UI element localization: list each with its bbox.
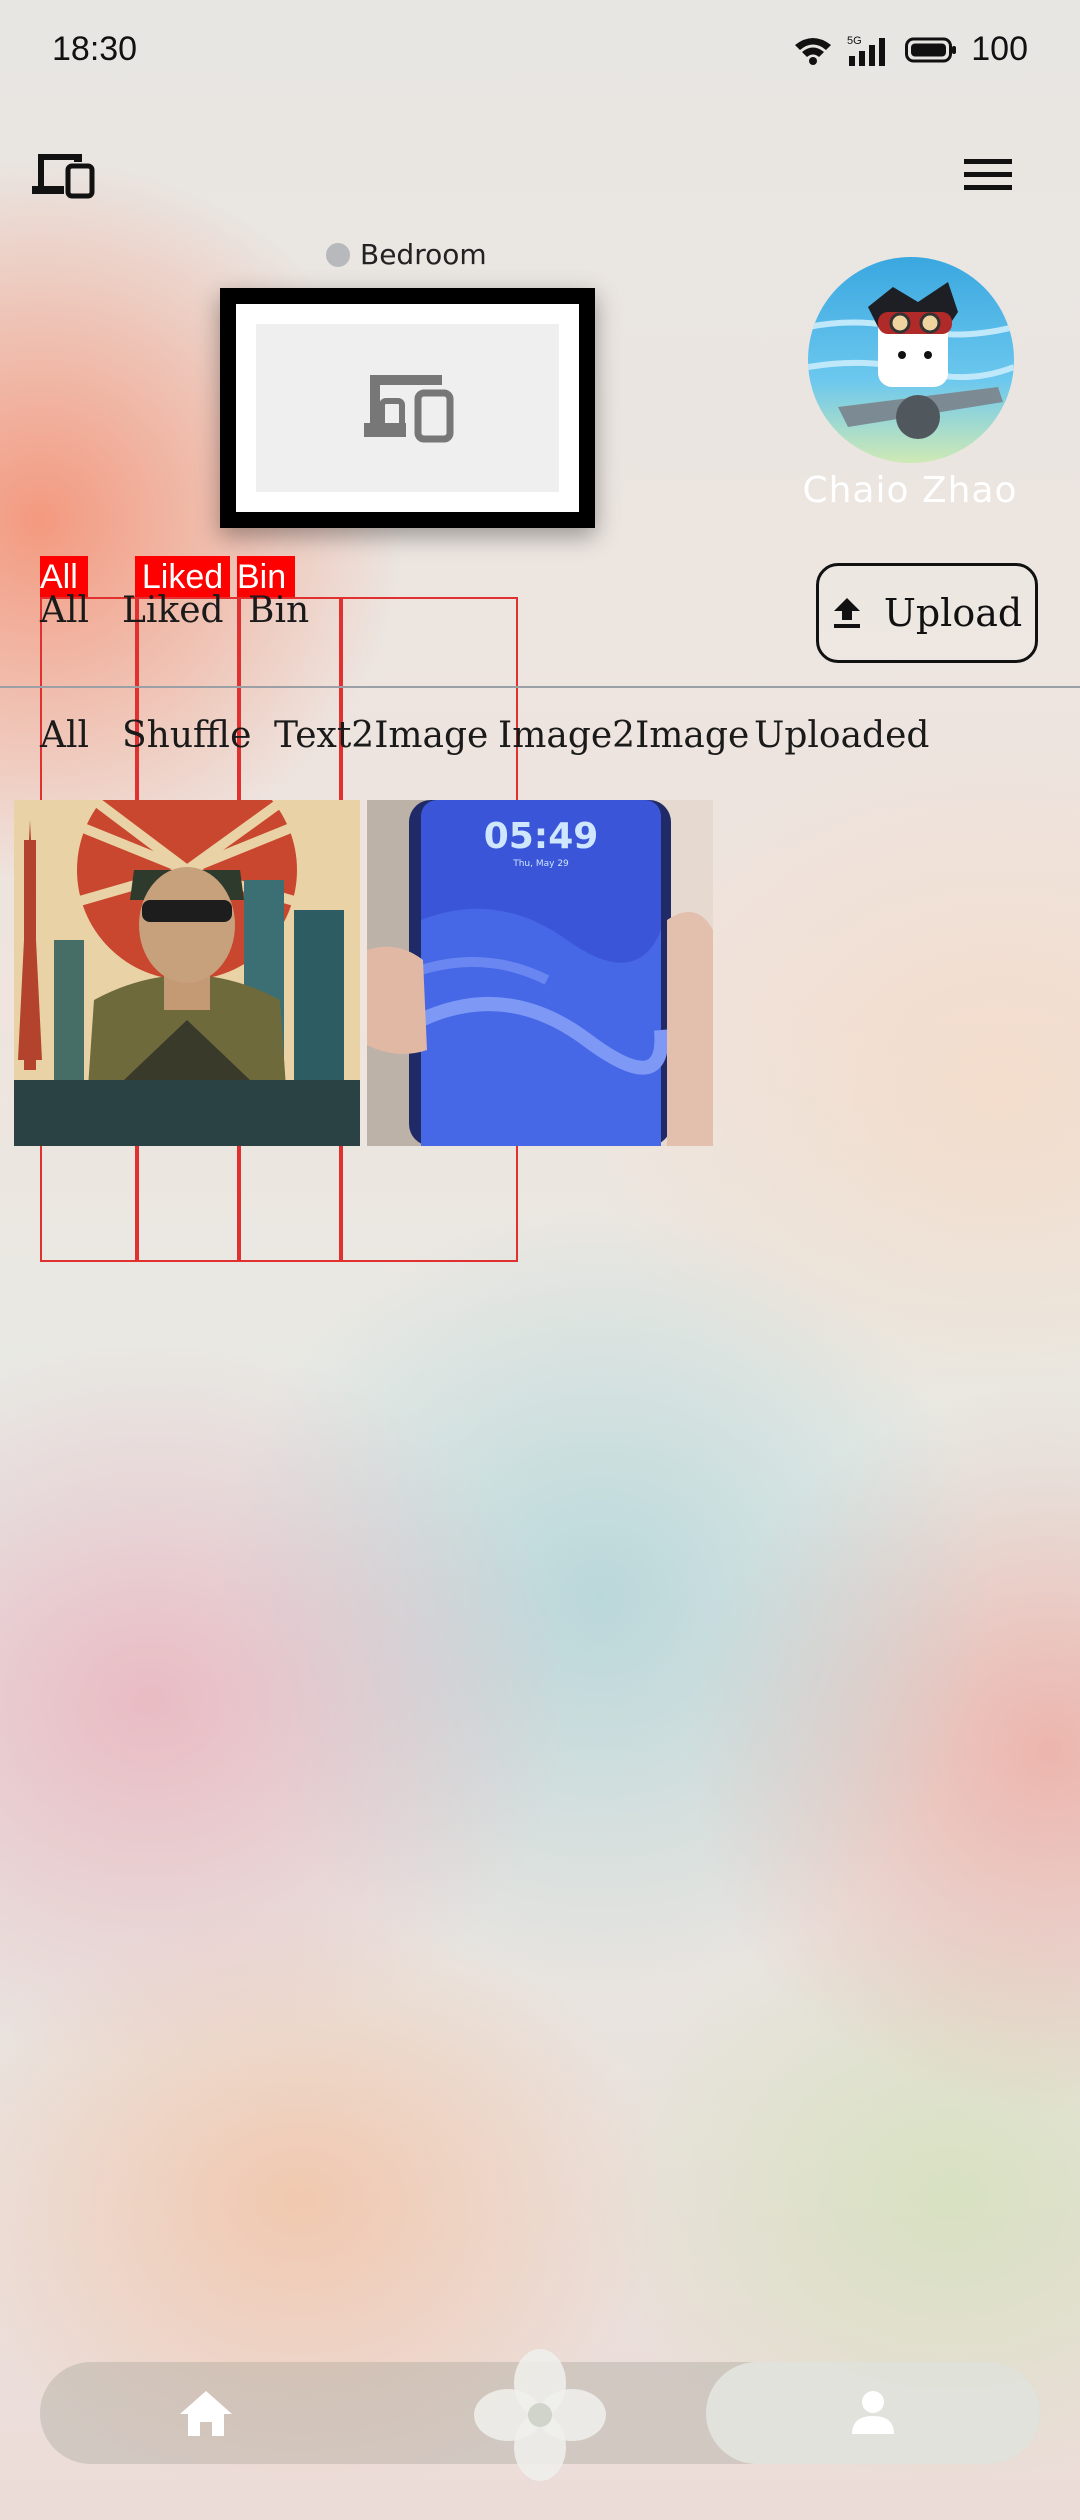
hamburger-menu-icon xyxy=(964,159,1012,190)
avatar[interactable] xyxy=(808,257,1014,463)
cellular-signal-icon: 5G xyxy=(847,35,886,66)
battery-icon xyxy=(905,37,957,62)
devices-button[interactable] xyxy=(30,150,96,200)
nav-home-button[interactable] xyxy=(178,2388,234,2438)
flower-icon xyxy=(474,2349,606,2481)
battery-level: 100 xyxy=(971,30,1028,68)
tab-all[interactable]: All xyxy=(40,590,89,631)
phone-photo-image: 05:49 Thu, May 29 xyxy=(367,800,713,1146)
upload-button[interactable]: Upload xyxy=(816,563,1038,663)
nav-profile-button[interactable] xyxy=(848,2388,898,2438)
tab-text2image[interactable]: Text2Image xyxy=(274,715,488,756)
upload-icon xyxy=(833,598,860,628)
poster-image xyxy=(14,800,360,1146)
room-label: Bedroom xyxy=(326,238,487,271)
svg-text:05:49: 05:49 xyxy=(484,816,599,857)
avatar-image xyxy=(808,257,1014,463)
gallery-item[interactable]: 05:49 Thu, May 29 xyxy=(367,800,713,1146)
wifi-icon xyxy=(795,37,832,65)
tab-bin[interactable]: Bin xyxy=(248,590,309,631)
status-icons: 5G 100 xyxy=(793,30,1028,69)
tab-uploaded[interactable]: Uploaded xyxy=(754,715,929,756)
tab-category-all[interactable]: All xyxy=(40,715,89,756)
menu-button[interactable] xyxy=(960,155,1016,195)
divider xyxy=(0,686,1080,688)
nav-center-button[interactable] xyxy=(470,2345,610,2485)
devices-icon xyxy=(32,154,95,199)
status-bar: 18:30 5G 100 xyxy=(0,0,1080,100)
gallery-item[interactable] xyxy=(14,800,360,1146)
tab-shuffle[interactable]: Shuffle xyxy=(122,715,251,756)
person-icon xyxy=(852,2391,894,2434)
svg-text:5G: 5G xyxy=(847,35,862,47)
frame-preview[interactable] xyxy=(220,288,595,528)
frame-screen xyxy=(256,324,559,492)
status-dot xyxy=(326,242,350,267)
svg-text:Thu, May 29: Thu, May 29 xyxy=(512,859,569,869)
profile-name: Chaio Zhao xyxy=(802,470,1018,511)
devices-icon xyxy=(363,375,453,443)
tab-liked[interactable]: Liked xyxy=(122,590,224,631)
upload-label: Upload xyxy=(883,591,1023,635)
room-name: Bedroom xyxy=(360,238,487,271)
home-icon xyxy=(180,2391,232,2436)
tab-image2image[interactable]: Image2Image xyxy=(498,715,749,756)
status-time: 18:30 xyxy=(52,30,138,68)
